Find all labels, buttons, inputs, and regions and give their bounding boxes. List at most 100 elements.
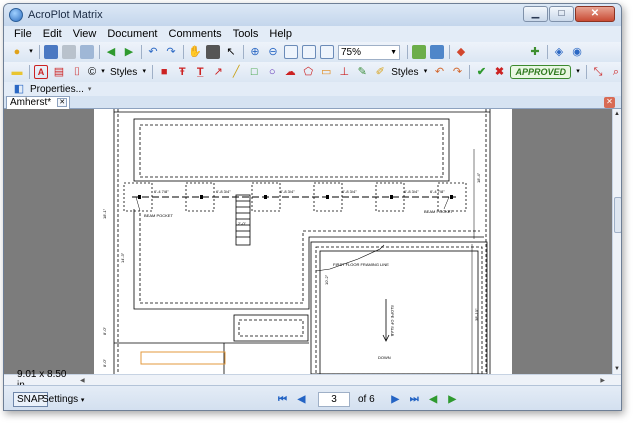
styles-label[interactable]: Styles (110, 67, 137, 78)
check-icon[interactable]: ✔ (474, 65, 488, 79)
scroll-thumb[interactable] (614, 197, 621, 233)
arrow-tool-icon[interactable]: ↗ (211, 65, 225, 79)
tools-icon[interactable]: ✚ (528, 45, 542, 59)
beam-pocket-leader (135, 196, 141, 212)
hand-tool-icon[interactable]: ✋ (188, 45, 202, 59)
typewriter-icon[interactable]: ⌷ (70, 65, 84, 79)
first-page-icon[interactable]: ⏮ (276, 393, 289, 406)
paint-icon[interactable]: ◆ (454, 45, 468, 59)
ellipse-tool-icon[interactable]: ○ (265, 65, 279, 79)
approved-stamp[interactable]: APPROVED (510, 65, 571, 79)
last-page-icon[interactable]: ⏭ (408, 393, 421, 406)
snapshot-icon[interactable] (206, 45, 220, 59)
rectangle-tool-icon[interactable]: □ (247, 65, 261, 79)
redo-markup-icon[interactable]: ↷ (450, 65, 464, 79)
underline-icon[interactable]: T̲ (193, 65, 207, 79)
back-icon[interactable]: ◀ (104, 45, 118, 59)
beam-pocket-left: BEAM POCKET (144, 213, 173, 218)
forward-icon[interactable]: ▶ (122, 45, 136, 59)
menu-tools[interactable]: Tools (233, 28, 259, 40)
zoom-select[interactable]: 75% ▼ (338, 44, 400, 60)
redo-icon[interactable]: ↷ (164, 45, 178, 59)
globe-icon[interactable]: ◉ (570, 45, 584, 59)
pencil-tool-icon[interactable]: ✎ (355, 65, 369, 79)
polygon-tool-icon[interactable]: ⬠ (301, 65, 315, 79)
fit-page-icon[interactable] (302, 45, 316, 59)
print-icon[interactable] (62, 45, 76, 59)
layers-icon[interactable]: ◈ (552, 45, 566, 59)
vertical-dimension: 14'-3" (120, 252, 125, 263)
text-box-icon[interactable]: A (34, 65, 48, 79)
status-bar: SNAP Settings ▾ ⏮ ◀ 3 of 6 ▶ ⏭ ◀ ▶ (4, 385, 621, 410)
vertical-dimension: 8'-0" (102, 358, 107, 367)
stair-label: 2'-0" (238, 221, 247, 226)
line-tool-icon[interactable]: ╱ (229, 65, 243, 79)
toolbar-separator (152, 65, 154, 79)
menu-document[interactable]: Document (107, 28, 157, 40)
next-view-icon[interactable]: ▶ (446, 393, 459, 406)
maximize-button[interactable]: □ (549, 6, 574, 22)
app-window: AcroPlot Matrix ▁ □ ✕ File Edit View Doc… (3, 3, 622, 411)
copyright-icon[interactable]: © (88, 65, 96, 79)
next-page-icon[interactable]: ▶ (389, 393, 402, 406)
menu-view[interactable]: View (73, 28, 97, 40)
previous-view-icon[interactable]: ◀ (427, 393, 440, 406)
undo-icon[interactable]: ↶ (146, 45, 160, 59)
actual-size-icon[interactable] (284, 45, 298, 59)
page-number-input[interactable]: 3 (318, 392, 350, 407)
cloud-tool-icon[interactable]: ☁ (283, 65, 297, 79)
dropdown-arrow-icon[interactable]: ▾ (141, 65, 147, 79)
menu-help[interactable]: Help (269, 28, 292, 40)
highlighter-icon[interactable]: ✐ (373, 65, 387, 79)
stamp-icon[interactable]: ■ (157, 65, 171, 79)
undo-markup-icon[interactable]: ↶ (432, 65, 446, 79)
select-arrow-icon[interactable]: ↖ (224, 45, 238, 59)
dimension-label: 6'-8 3/4" (280, 189, 295, 194)
dropdown-arrow-icon[interactable]: ▾ (28, 45, 34, 59)
toolbar-separator (39, 45, 40, 59)
close-button[interactable]: ✕ (575, 6, 615, 22)
area-tool-icon[interactable]: ▭ (319, 65, 333, 79)
scroll-left-icon[interactable]: ◀ (80, 377, 85, 384)
scan-icon[interactable] (80, 45, 94, 59)
menu-comments[interactable]: Comments (169, 28, 222, 40)
scroll-right-icon[interactable]: ▶ (600, 377, 605, 384)
dropdown-arrow-icon[interactable]: ▾ (422, 65, 428, 79)
menu-edit[interactable]: Edit (43, 28, 62, 40)
save-icon[interactable] (44, 45, 58, 59)
vertical-scrollbar[interactable]: ▲ ▼ (612, 109, 621, 374)
scroll-up-icon[interactable]: ▲ (614, 111, 620, 117)
open-icon[interactable]: ● (10, 45, 24, 59)
search-annotations-icon[interactable]: ⌕ (609, 65, 621, 79)
main-toolbar: ● ▾ ◀ ▶ ↶ ↷ ✋ ↖ ⊕ ⊖ 75% ▼ ◆ ✚ ◈ ◉ (4, 42, 621, 62)
measure-icon[interactable]: ⤡ (591, 65, 605, 79)
minimize-button[interactable]: ▁ (523, 6, 548, 22)
strikeout-icon[interactable]: Ŧ (175, 65, 189, 79)
close-document-icon[interactable]: ✕ (604, 97, 615, 108)
menu-file[interactable]: File (14, 28, 32, 40)
chevron-down-icon[interactable]: ▾ (88, 85, 92, 93)
zoom-in-icon[interactable]: ⊕ (248, 45, 262, 59)
dropdown-arrow-icon[interactable]: ▾ (575, 65, 581, 79)
cross-icon[interactable]: ✖ (492, 65, 506, 79)
properties-button[interactable]: Properties... (30, 84, 84, 95)
lower-left-inner (139, 213, 480, 304)
tab-amherst[interactable]: Amherst* ✕ (6, 96, 71, 109)
pin-tool-icon[interactable]: ⊥ (337, 65, 351, 79)
styles-label[interactable]: Styles (391, 67, 418, 78)
toolbar-separator (99, 45, 100, 59)
rotate-left-icon[interactable] (412, 45, 426, 59)
settings-menu[interactable]: Settings ▾ (42, 393, 84, 407)
dropdown-arrow-icon[interactable]: ▾ (100, 65, 106, 79)
document-viewer[interactable]: 6'-4 7/8" 6'-8 3/4" 6'-8 3/4" 6'-8 3/4" … (4, 109, 612, 374)
tab-close-icon[interactable]: ✕ (57, 98, 68, 107)
pdf-page[interactable]: 6'-4 7/8" 6'-8 3/4" 6'-8 3/4" 6'-8 3/4" … (94, 109, 512, 374)
zoom-out-icon[interactable]: ⊖ (266, 45, 280, 59)
fit-width-icon[interactable] (320, 45, 334, 59)
tick-marker (200, 195, 203, 199)
note-icon[interactable]: ▬ (10, 65, 24, 79)
callout-icon[interactable]: ▤ (52, 65, 66, 79)
rotate-right-icon[interactable] (430, 45, 444, 59)
scroll-down-icon[interactable]: ▼ (614, 366, 620, 372)
previous-page-icon[interactable]: ◀ (295, 393, 308, 406)
